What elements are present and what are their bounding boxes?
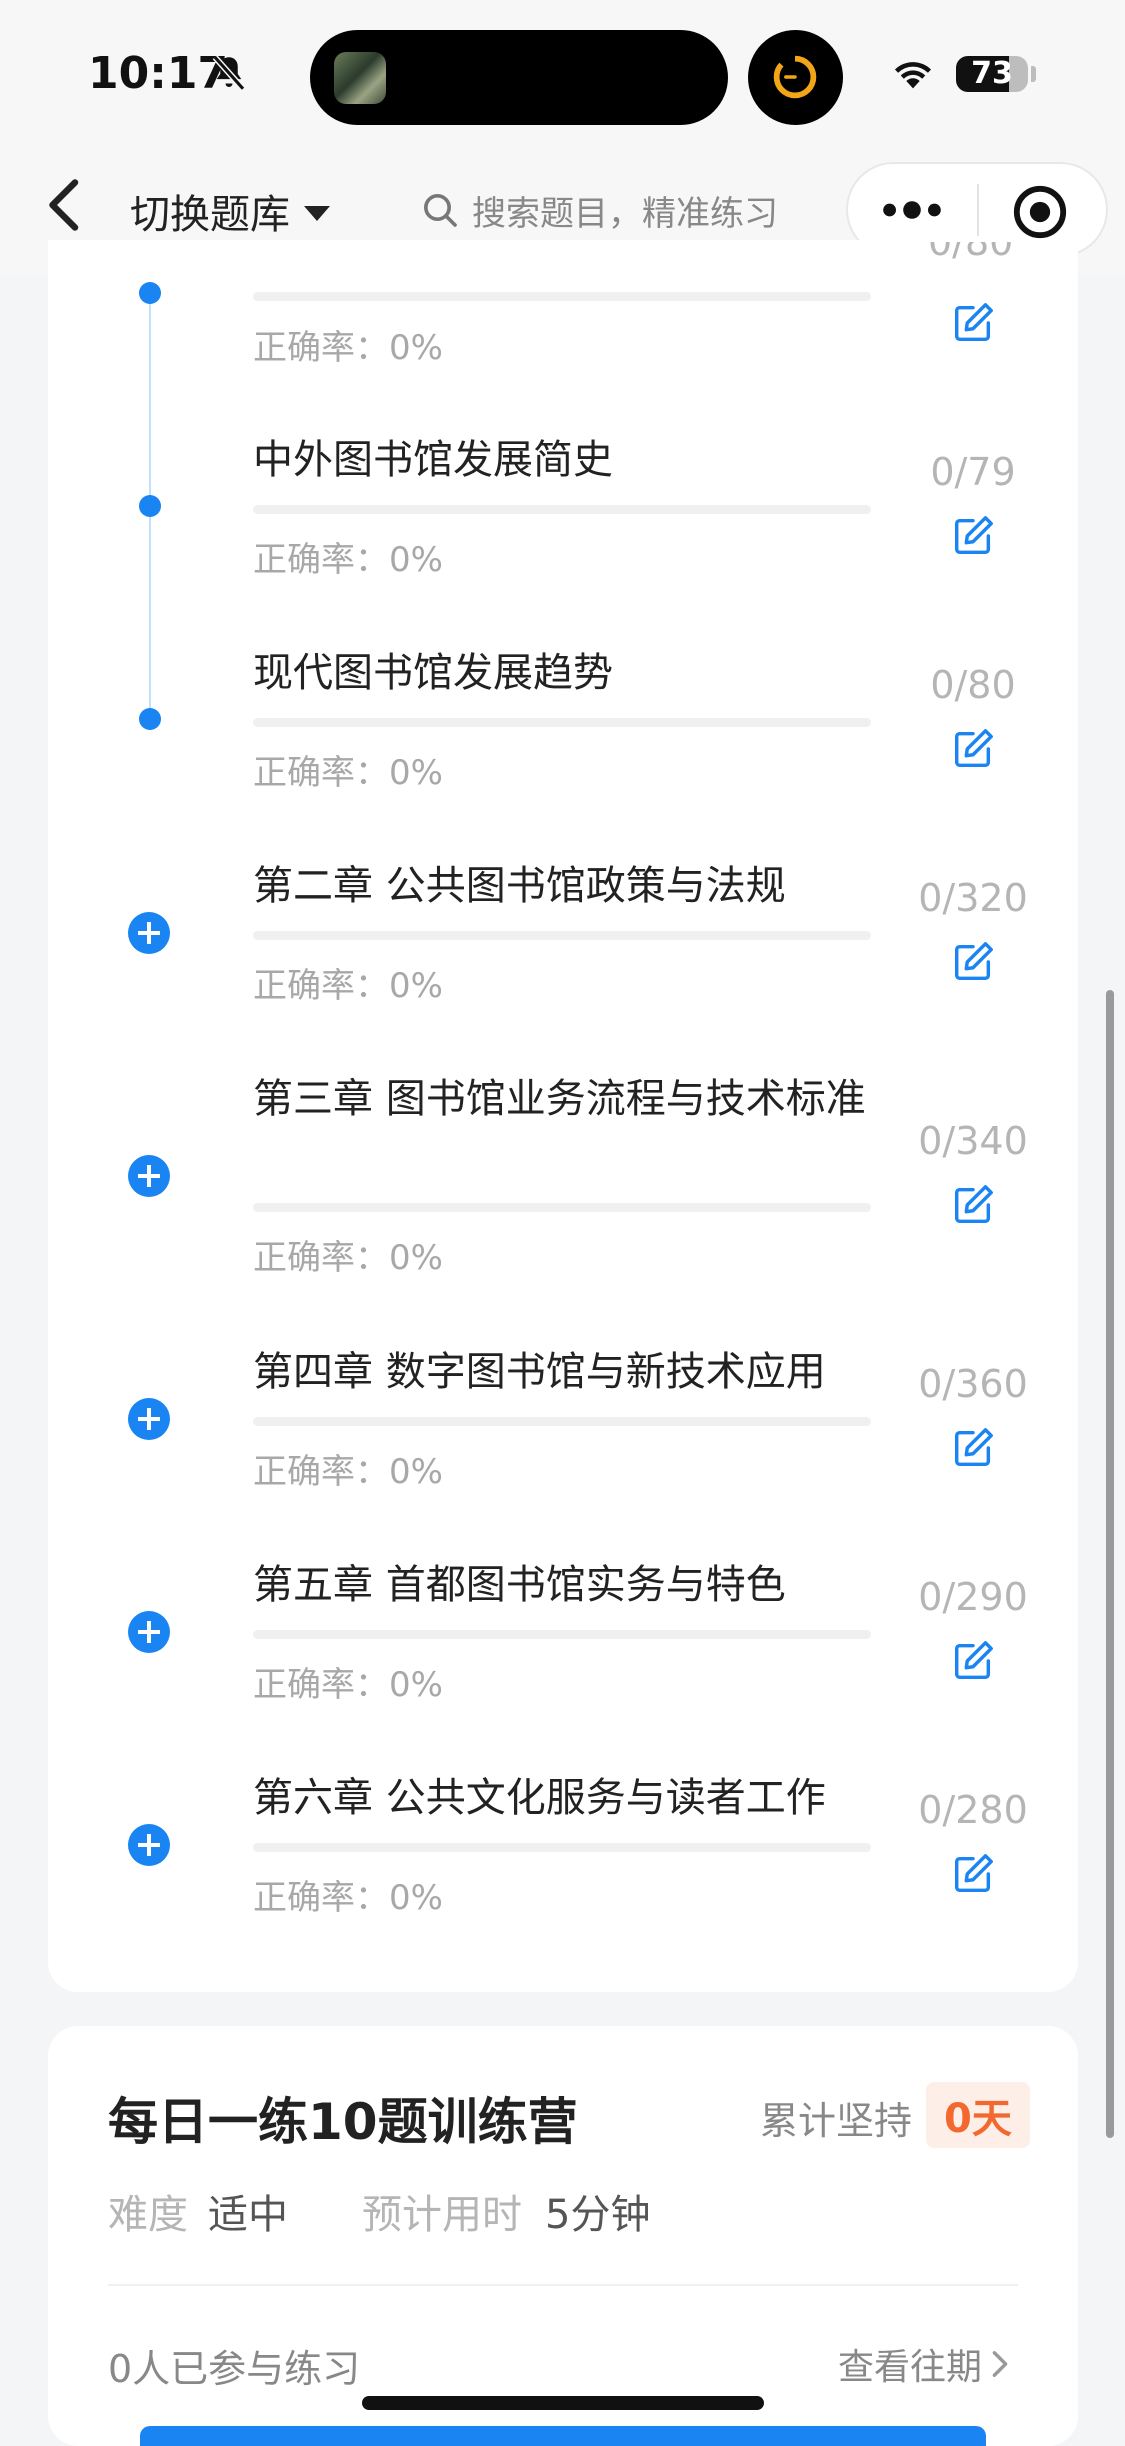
chapter-title[interactable]: 第四章 数字图书馆与新技术应用 [253,1342,863,1402]
caret-down-icon [304,205,330,221]
accuracy-value: 0% [389,1878,443,1918]
battery-icon: 73 [956,56,1028,92]
question-count: 0/290 [918,1575,1028,1619]
accuracy-value: 0% [389,966,443,1006]
plus-circle-icon[interactable] [128,912,170,954]
accuracy-label: 正确率：0% [253,745,443,794]
accuracy-value: 0% [389,1238,443,1278]
battery-tip [1031,66,1036,82]
scrollbar[interactable] [1106,990,1114,2138]
status-bar: 10:17 73 [0,0,1125,150]
accuracy-prefix: 正确率： [253,753,389,793]
accuracy-label: 正确率：0% [253,320,443,369]
view-history-label: 查看往期 [838,2347,983,2388]
edit-icon[interactable] [950,1182,996,1228]
edit-icon[interactable] [950,513,996,559]
persist-days-badge: 0天 [926,2082,1030,2148]
plus-circle-icon[interactable] [128,1155,170,1197]
progress-bar [253,1203,871,1212]
more-dots-icon[interactable] [880,184,944,236]
battery-percentage: 73 [971,56,1013,91]
start-practice-button[interactable] [140,2426,986,2446]
plus-circle-icon[interactable] [128,1824,170,1866]
partial-count-clip: 0/80 [928,242,1018,272]
media-thumbnail [334,52,386,104]
accuracy-prefix: 正确率： [253,1665,389,1705]
plus-circle-icon[interactable] [128,1611,170,1653]
accuracy-prefix: 正确率： [253,540,389,580]
edit-icon[interactable] [950,726,996,772]
persist-label: 累计坚持 [760,2099,913,2143]
accuracy-prefix: 正确率： [253,966,389,1006]
daily-practice-title: 每日一练10题训练营 [108,2093,578,2151]
timeline-dot [139,282,161,304]
accuracy-prefix: 正确率： [253,1452,389,1492]
accuracy-value: 0% [389,540,443,580]
question-count: 0/79 [930,450,1016,494]
progress-bar [253,1417,871,1426]
chapter-title[interactable]: 第六章 公共文化服务与读者工作 [253,1768,863,1828]
search-input[interactable]: 搜索题目，精准练习 [420,180,778,240]
edit-icon[interactable] [950,1425,996,1471]
chevron-right-icon [992,2351,1008,2377]
progress-bar [253,718,871,727]
plus-circle-icon[interactable] [128,1398,170,1440]
capsule-divider [977,184,979,236]
progress-bar [253,505,871,514]
timeline-dot [139,495,161,517]
progress-bar [253,1630,871,1639]
accuracy-label: 正确率：0% [253,532,443,581]
edit-icon[interactable] [950,939,996,985]
accuracy-label: 正确率：0% [253,1870,443,1919]
question-count: 0/340 [918,1119,1028,1163]
question-count: 0/320 [918,876,1028,920]
accuracy-label: 正确率：0% [253,1230,443,1279]
estimated-time-value: 5分钟 [545,2192,651,2238]
search-placeholder: 搜索题目，精准练习 [472,193,778,234]
edit-icon[interactable] [950,1638,996,1684]
question-count: 0/360 [918,1362,1028,1406]
chapter-title[interactable]: 现代图书馆发展趋势 [253,643,863,703]
accuracy-value: 0% [389,328,443,368]
question-count: 0/80 [930,663,1016,707]
target-icon[interactable] [1011,183,1069,241]
accuracy-prefix: 正确率： [253,328,389,368]
card-divider [108,2284,1018,2286]
activity-indicator[interactable] [748,30,843,125]
accuracy-value: 0% [389,1452,443,1492]
accuracy-prefix: 正确率： [253,1238,389,1278]
edit-icon[interactable] [950,300,996,346]
accuracy-value: 0% [389,1665,443,1705]
chapter-title[interactable]: 第五章 首都图书馆实务与特色 [253,1555,863,1615]
progress-bar [253,292,871,301]
timeline-dot [139,708,161,730]
back-chevron-icon[interactable] [40,175,90,235]
home-indicator[interactable] [362,2396,764,2410]
progress-bar [253,931,871,940]
dynamic-island[interactable] [310,30,728,125]
view-history-link[interactable]: 查看往期 [838,2338,1010,2390]
accuracy-label: 正确率：0% [253,958,443,1007]
accuracy-label: 正确率：0% [253,1657,443,1706]
switch-bank-label: 切换题库 [130,192,290,238]
accuracy-prefix: 正确率： [253,1878,389,1918]
progress-bar [253,1843,871,1852]
edit-icon[interactable] [950,1851,996,1897]
question-count: 0/280 [918,1788,1028,1832]
timer-ring-icon [773,55,817,99]
chapter-title[interactable]: 第二章 公共图书馆政策与法规 [253,856,863,916]
participants-count: 0人已参与练习 [108,2347,361,2391]
difficulty-label: 难度 [108,2192,188,2238]
estimated-time-label: 预计用时 [362,2192,522,2238]
chapter-title[interactable]: 第三章 图书馆业务流程与技术标准 [253,1069,873,1129]
accuracy-label: 正确率：0% [253,1444,443,1493]
chapter-title[interactable]: 中外图书馆发展简史 [253,430,863,490]
wifi-icon [894,62,932,89]
bell-slash-icon [212,55,246,91]
partial-item-count: 0/80 [928,242,1014,264]
search-icon [424,194,457,227]
difficulty-value: 适中 [208,2192,288,2238]
switch-bank-button[interactable]: 切换题库 [130,182,330,240]
accuracy-value: 0% [389,753,443,793]
